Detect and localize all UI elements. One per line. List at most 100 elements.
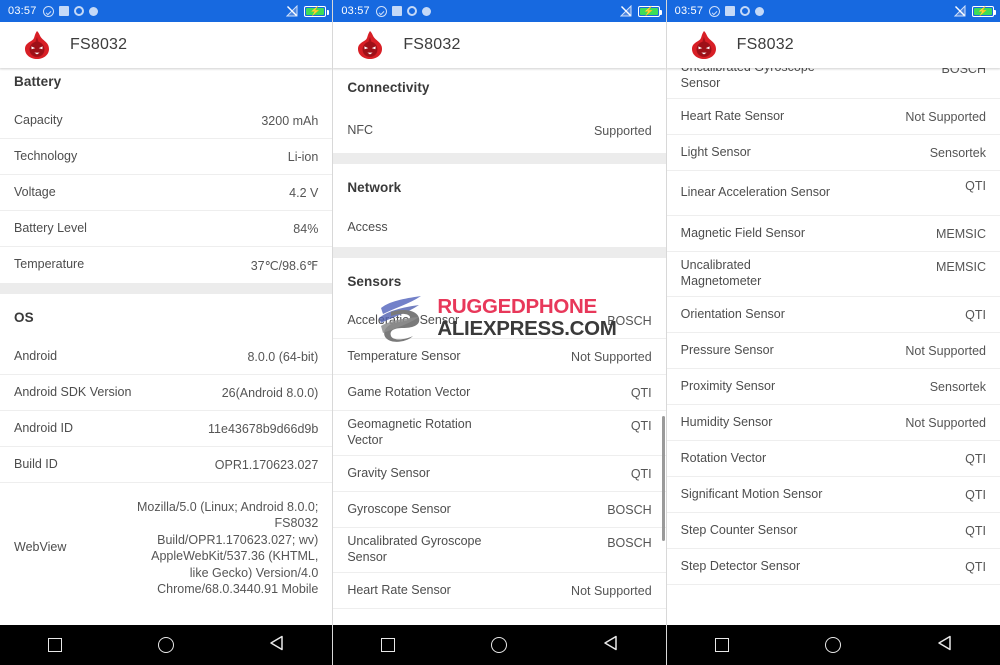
- circle-home-icon[interactable]: [490, 637, 507, 653]
- table-row[interactable]: Gravity Sensor QTI: [333, 456, 666, 492]
- scroll-content-3[interactable]: Uncalibrated Gyroscope Sensor BOSCH Hear…: [666, 68, 1000, 625]
- table-row[interactable]: Step Detector Sensor QTI: [666, 549, 1000, 585]
- section-title-connectivity: Connectivity: [347, 80, 430, 95]
- table-row[interactable]: Step Counter Sensor QTI: [666, 513, 1000, 549]
- row-key: Pressure Sensor: [680, 342, 774, 357]
- table-row[interactable]: Proximity Sensor Sensortek: [666, 369, 1000, 405]
- app-bar: FS8032: [666, 22, 1000, 68]
- triangle-back-icon[interactable]: [937, 635, 952, 656]
- table-row[interactable]: Game Rotation Vector QTI: [333, 375, 666, 411]
- table-row[interactable]: NFC Supported: [333, 109, 665, 153]
- row-key: Heart Rate Sensor: [347, 582, 451, 597]
- row-key: Temperature: [14, 257, 85, 272]
- antutu-flame-icon: [689, 30, 719, 60]
- status-bar-right-icons: ⚡: [619, 5, 663, 17]
- table-row[interactable]: Magnetic Field Sensor MEMSIC: [666, 216, 1000, 252]
- table-row[interactable]: Technology Li-ion: [0, 139, 333, 175]
- table-row[interactable]: Android 8.0.0 (64-bit): [0, 339, 333, 375]
- table-row[interactable]: Battery Level 84%: [0, 211, 333, 247]
- table-row[interactable]: Android ID 11e43678b9d66d9b: [0, 411, 333, 447]
- table-row[interactable]: Voltage 4.2 V: [0, 175, 333, 211]
- row-key: Capacity: [14, 112, 63, 127]
- ring-icon: [406, 6, 417, 16]
- table-row[interactable]: Geomagnetic Rotation Vector QTI: [333, 411, 666, 456]
- status-bar-clock: 03:57: [8, 5, 37, 17]
- row-value: QTI: [965, 523, 986, 538]
- row-key: Orientation Sensor: [680, 306, 785, 321]
- row-value: QTI: [630, 419, 652, 433]
- table-row[interactable]: Orientation Sensor QTI: [666, 297, 1000, 333]
- circle-home-icon[interactable]: [157, 637, 174, 653]
- dot-icon: [421, 6, 431, 16]
- status-bar-right-icons: ⚡: [953, 5, 997, 17]
- antutu-flame-icon: [355, 30, 385, 60]
- row-key: Light Sensor: [680, 144, 751, 159]
- phone-screen-3: 03:57 ⚡ FS8032 Sensor BOSCH Heart Rate S…: [666, 0, 1000, 665]
- table-row[interactable]: Gyroscope Sensor BOSCH: [333, 492, 666, 528]
- table-row[interactable]: Uncalibrated Gyroscope Sensor BOSCH: [666, 68, 1000, 99]
- table-row[interactable]: Build ID OPR1.170623.027: [0, 447, 333, 483]
- table-row[interactable]: Linear Acceleration Sensor QTI: [666, 171, 1000, 216]
- table-row[interactable]: Rotation Vector QTI: [666, 441, 1000, 477]
- table-row[interactable]: Access: [333, 209, 665, 247]
- antutu-flame-icon: [22, 30, 52, 60]
- row-key: Android: [14, 348, 58, 363]
- triangle-back-icon[interactable]: [269, 635, 284, 656]
- row-value: Not Supported: [905, 415, 986, 430]
- row-key: NFC: [347, 123, 374, 138]
- circle-home-icon[interactable]: [824, 637, 841, 653]
- section-title-os: OS: [14, 310, 34, 325]
- row-key: Temperature Sensor: [347, 348, 461, 363]
- status-bar-left-icons: [42, 5, 98, 17]
- row-key: Uncalibrated Gyroscope Sensor: [347, 534, 482, 564]
- section-title-battery: Battery: [14, 74, 62, 89]
- row-key: Heart Rate Sensor: [680, 108, 785, 123]
- row-key: Android ID: [14, 420, 74, 435]
- row-value: Not Supported: [905, 343, 986, 358]
- table-row[interactable]: Android SDK Version 26(Android 8.0.0): [0, 375, 333, 411]
- table-row-webview[interactable]: WebView Mozilla/5.0 (Linux; Android 8.0.…: [0, 483, 332, 613]
- table-row[interactable]: Acceleration Sensor BOSCH: [333, 303, 666, 339]
- table-row[interactable]: Significant Motion Sensor QTI: [666, 477, 1000, 513]
- square-recents-icon[interactable]: [381, 638, 396, 652]
- scroll-content-2[interactable]: Connectivity NFC Supported Network Acces…: [333, 68, 666, 625]
- row-key: Technology: [14, 148, 78, 163]
- row-value: QTI: [630, 385, 652, 400]
- table-row[interactable]: Heart Rate Sensor Not Supported: [333, 573, 666, 609]
- triangle-back-icon[interactable]: [603, 635, 618, 656]
- row-key: Battery Level: [14, 220, 87, 235]
- table-row[interactable]: Uncalibrated Gyroscope Sensor BOSCH: [333, 528, 666, 573]
- table-row[interactable]: Capacity 3200 mAh: [0, 103, 333, 139]
- table-row[interactable]: Humidity Sensor Not Supported: [666, 405, 1000, 441]
- row-key: Acceleration Sensor: [347, 312, 460, 327]
- section-separator: [0, 283, 333, 294]
- table-row[interactable]: Light Sensor Sensortek: [666, 135, 1000, 171]
- vertical-scrollbar[interactable]: [661, 416, 665, 541]
- table-row[interactable]: Temperature Sensor Not Supported: [333, 339, 666, 375]
- app-bar: FS8032: [333, 22, 666, 68]
- row-key: Linear Acceleration Sensor: [680, 185, 831, 200]
- square-icon: [58, 6, 69, 16]
- square-icon: [391, 6, 402, 16]
- status-bar-clock: 03:57: [341, 5, 370, 17]
- no-signal-icon: [953, 5, 966, 17]
- ring-icon: [740, 6, 751, 16]
- table-row[interactable]: Temperature 37℃/98.6℉: [0, 247, 332, 283]
- table-row[interactable]: Heart Rate Sensor Not Supported: [666, 99, 1000, 135]
- table-row[interactable]: Pressure Sensor Not Supported: [666, 333, 1000, 369]
- row-value: QTI: [630, 466, 652, 481]
- row-value: MEMSIC: [935, 226, 986, 241]
- dot-icon: [755, 6, 765, 16]
- app-title: FS8032: [403, 36, 461, 53]
- row-key: Build ID: [14, 456, 58, 471]
- status-bar: 03:57 ⚡: [666, 0, 1000, 22]
- check-circle-icon: [42, 5, 54, 17]
- row-value: Mozilla/5.0 (Linux; Android 8.0.0; FS803…: [136, 499, 319, 597]
- square-recents-icon[interactable]: [47, 638, 62, 652]
- row-value: Sensortek: [929, 145, 986, 160]
- square-recents-icon[interactable]: [714, 638, 729, 652]
- scroll-content-1[interactable]: Battery Capacity 3200 mAh Technology Li-…: [0, 68, 333, 625]
- row-value: BOSCH: [941, 68, 986, 76]
- table-row[interactable]: Uncalibrated Magnetometer MEMSIC: [666, 252, 1000, 297]
- row-value: Not Supported: [571, 583, 652, 598]
